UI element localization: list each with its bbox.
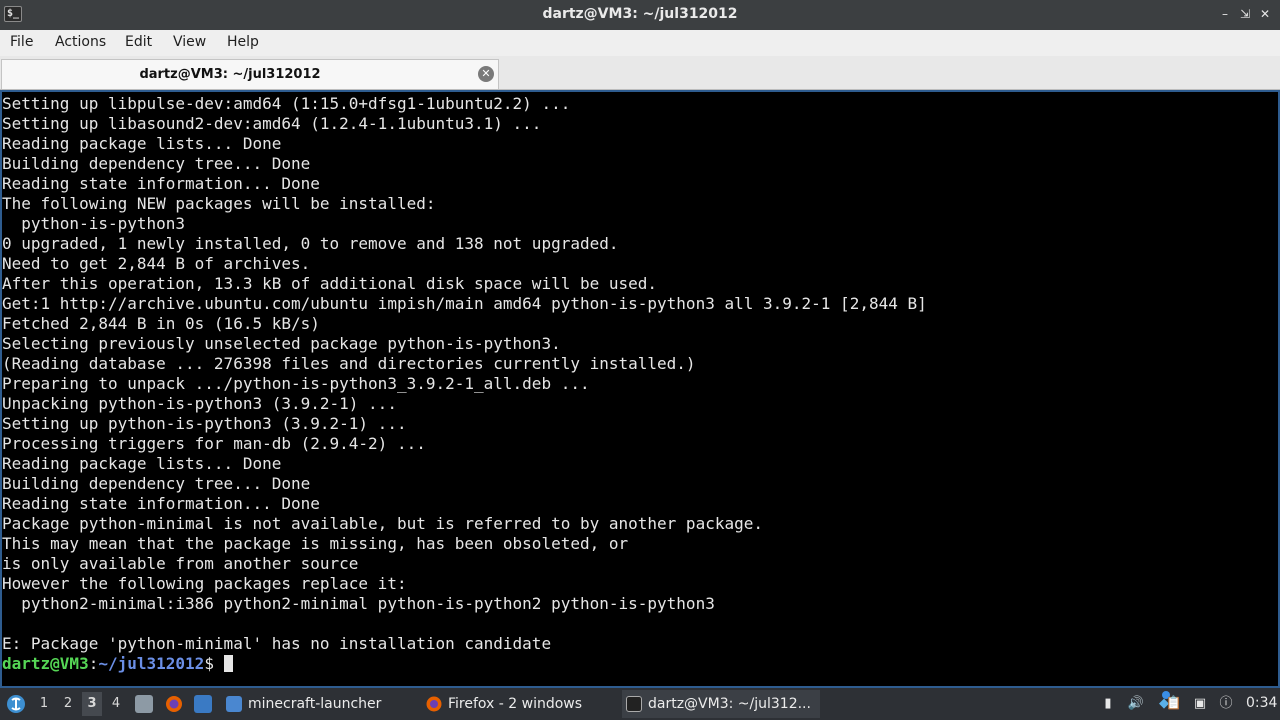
firefox-icon [426,696,442,712]
terminal-line: Setting up libpulse-dev:amd64 (1:15.0+df… [2,94,571,113]
terminal-line: Fetched 2,844 B in 0s (16.5 kB/s) [2,314,320,333]
tab-bar: dartz@VM3: ~/jul312012 ✕ [0,56,1280,90]
prompt-path: ~/jul312012 [98,654,205,673]
prompt-user-host: dartz@VM3 [2,654,89,673]
task-terminal[interactable]: dartz@VM3: ~/jul312... [622,690,820,718]
desktop-icon[interactable] [194,695,212,713]
file-manager-icon[interactable] [135,695,153,713]
task-label: dartz@VM3: ~/jul312... [648,696,811,712]
terminal-line: Package python-minimal is not available,… [2,514,763,533]
clock[interactable]: 0:34 [1246,695,1277,711]
prompt-symbol: $ [204,654,224,673]
task-label: Firefox - 2 windows [448,696,583,712]
terminal-line: Preparing to unpack .../python-is-python… [2,374,590,393]
prompt-separator: : [88,654,99,673]
restore-icon[interactable]: ⇲ [1236,5,1254,23]
window-title: dartz@VM3: ~/jul312012 [542,6,738,22]
text-cursor [223,655,233,672]
window-titlebar[interactable]: $_ dartz@VM3: ~/jul312012 – ⇲ ✕ [0,0,1280,30]
menu-edit[interactable]: Edit [125,34,152,50]
terminal-line: After this operation, 13.3 kB of additio… [2,274,658,293]
terminal-line: Need to get 2,844 B of archives. [2,254,311,273]
menu-file[interactable]: File [10,34,33,50]
terminal-line: Get:1 http://archive.ubuntu.com/ubuntu i… [2,294,927,313]
terminal-line: python-is-python3 [2,214,186,233]
terminal-line: Reading package lists... Done [2,134,282,153]
terminal-line: is only available from another source [2,554,359,573]
terminal-line: This may mean that the package is missin… [2,534,629,553]
task-label: minecraft-launcher [248,696,382,712]
menu-view[interactable]: View [173,34,206,50]
terminal-line: Unpacking python-is-python3 (3.9.2-1) ..… [2,394,397,413]
terminal-line: Reading state information... Done [2,494,320,513]
close-icon[interactable]: ✕ [1256,5,1274,23]
folder-icon [226,696,242,712]
keyboard-icon[interactable]: ▮ [1098,694,1118,714]
terminal-output: Setting up libpulse-dev:amd64 (1:15.0+df… [2,92,1278,674]
terminal-line: Setting up python-is-python3 (3.9.2-1) .… [2,414,407,433]
display-icon[interactable]: ▣ [1190,694,1210,714]
volume-icon[interactable]: 🔊 [1126,694,1146,714]
workspace-4[interactable]: 4 [106,696,126,711]
terminal-line: Building dependency tree... Done [2,474,311,493]
terminal-line: Setting up libasound2-dev:amd64 (1.2.4-1… [2,114,542,133]
tab-close-icon[interactable]: ✕ [478,66,494,82]
terminal-line: Processing triggers for man-db (2.9.4-2)… [2,434,426,453]
terminal-view[interactable]: Setting up libpulse-dev:amd64 (1:15.0+df… [0,90,1280,688]
terminal-line: E: Package 'python-minimal' has no insta… [2,634,552,653]
workspace-1[interactable]: 1 [34,696,54,711]
menu-help[interactable]: Help [227,34,259,50]
task-minecraft-launcher[interactable]: minecraft-launcher [222,690,394,718]
clipboard-icon[interactable]: 📋 [1164,694,1184,714]
firefox-launcher-icon[interactable] [165,695,183,713]
taskbar: 1 2 3 4 minecraft-launcher Firefox - 2 w… [0,688,1280,720]
menu-actions[interactable]: Actions [55,34,106,50]
menubar: File Actions Edit View Help [0,30,1280,56]
terminal-icon [626,696,642,712]
terminal-line: Building dependency tree... Done [2,154,311,173]
terminal-line: python2-minimal:i386 python2-minimal pyt… [2,594,715,613]
update-notifier-icon[interactable]: ⓘ [1216,694,1236,714]
minimize-icon[interactable]: – [1216,5,1234,23]
terminal-line: The following NEW packages will be insta… [2,194,436,213]
workspace-3[interactable]: 3 [82,692,102,716]
terminal-line: Reading state information... Done [2,174,320,193]
terminal-line: (Reading database ... 276398 files and d… [2,354,696,373]
workspace-2[interactable]: 2 [58,696,78,711]
terminal-line: Selecting previously unselected package … [2,334,561,353]
prompt-line[interactable]: dartz@VM3:~/jul312012$ [2,654,1278,674]
terminal-line: 0 upgraded, 1 newly installed, 0 to remo… [2,234,619,253]
terminal-line: However the following packages replace i… [2,574,407,593]
tab-terminal[interactable]: dartz@VM3: ~/jul312012 ✕ [1,59,499,89]
start-menu-icon[interactable] [6,694,26,714]
terminal-line: Reading package lists... Done [2,454,282,473]
tab-label: dartz@VM3: ~/jul312012 [139,67,321,82]
task-firefox[interactable]: Firefox - 2 windows [422,690,600,718]
